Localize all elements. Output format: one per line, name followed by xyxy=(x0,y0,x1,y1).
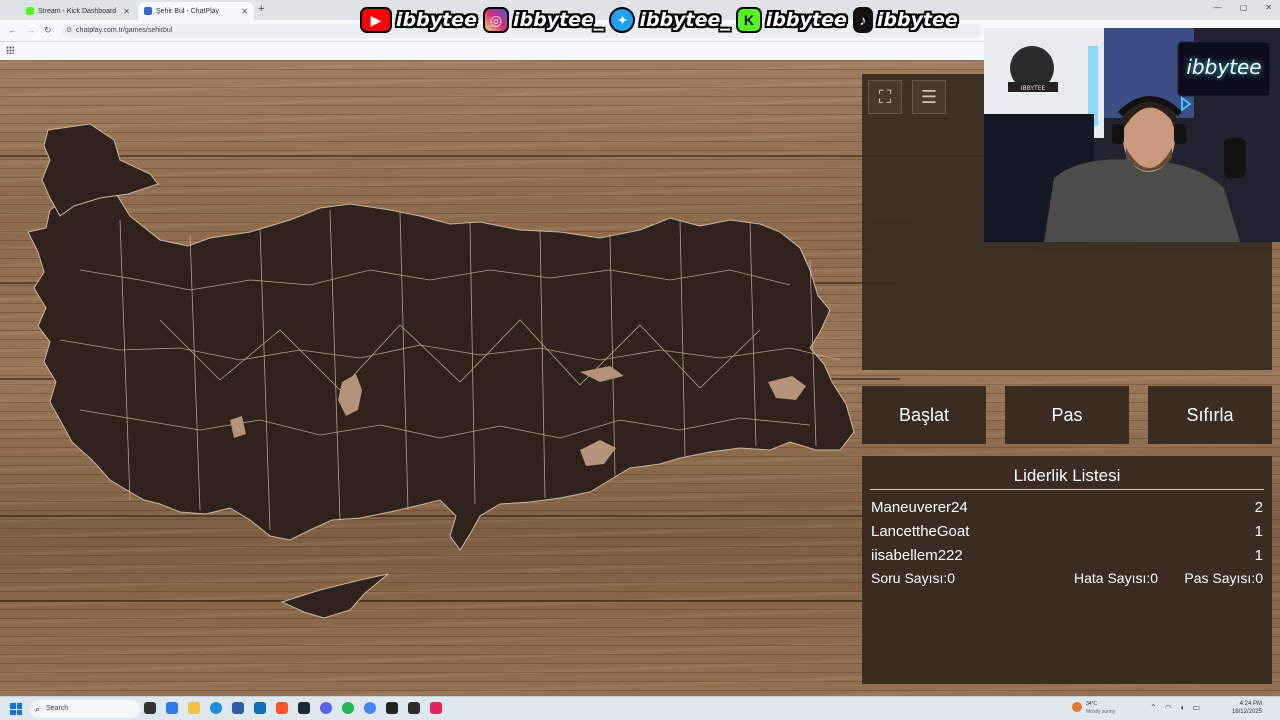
system-tray: ⌃ ◠ ◖ ▭ xyxy=(1150,703,1200,712)
youtube-icon: ▶ xyxy=(360,7,392,33)
neon-sign: ibbytee xyxy=(1186,55,1261,79)
turkey-province-map[interactable] xyxy=(20,120,870,640)
brave-icon[interactable] xyxy=(276,702,288,714)
webcam-feed: IBBYTEE ibbytee xyxy=(984,28,1280,242)
leaderboard-panel: Liderlik Listesi Maneuverer24 2 Lancetth… xyxy=(862,456,1272,684)
task-view-icon[interactable] xyxy=(144,702,156,714)
steam-icon[interactable] xyxy=(298,702,310,714)
tab-title: Stream - Kick Dashboard xyxy=(38,7,117,15)
search-icon: ⌕ xyxy=(35,704,41,714)
search-placeholder: Search xyxy=(46,705,69,712)
kick-handle: ibbytee xyxy=(765,9,847,31)
volume-icon[interactable]: ◖ xyxy=(1180,703,1185,712)
discord-icon[interactable] xyxy=(320,702,332,714)
divider xyxy=(870,489,1264,490)
forward-icon[interactable]: → xyxy=(26,25,35,35)
webcam-overlay: IBBYTEE ibbytee xyxy=(984,28,1280,242)
player-name: Maneuverer24 xyxy=(871,499,968,516)
close-icon[interactable]: ✕ xyxy=(123,7,130,16)
taskbar: ⌕ Search 34°C Mostly sunny ⌃ ◠ ◖ ▭ 4:24 … xyxy=(0,696,1280,720)
url-text: chatplay.com.tr/games/sehirbul xyxy=(76,27,173,34)
twitter-icon: ✦ xyxy=(609,7,636,33)
tiktok-handle: ibbytee xyxy=(876,9,958,31)
player-score: 2 xyxy=(1254,499,1263,516)
chevron-up-icon[interactable]: ⌃ xyxy=(1150,703,1157,712)
chatplay-icon xyxy=(144,7,152,15)
player-score: 1 xyxy=(1254,523,1263,540)
obs-icon[interactable] xyxy=(386,702,398,714)
kick-icon xyxy=(26,7,34,15)
reset-button[interactable]: Sıfırla xyxy=(1148,386,1272,444)
maximize-button[interactable]: ▢ xyxy=(1240,3,1248,12)
twitter-handle: ibbytee_ xyxy=(639,9,730,31)
question-count: Soru Sayısı:0 xyxy=(871,570,956,586)
leaderboard-row: LancettheGoat 1 xyxy=(871,523,1263,545)
tab-sehir-bul[interactable]: Şehir Bul - ChatPlay ✕ xyxy=(138,2,254,20)
new-tab-button[interactable]: + xyxy=(258,3,264,15)
site-info-icon[interactable]: ⚙ xyxy=(66,24,72,38)
instagram-icon: ◎ xyxy=(482,7,509,33)
mascot-label: IBBYTEE xyxy=(1021,85,1046,92)
chrome-icon[interactable] xyxy=(364,702,376,714)
leaderboard-row: Maneuverer24 2 xyxy=(871,499,1263,521)
pass-button[interactable]: Pas xyxy=(1005,386,1129,444)
clock-time: 4:24 PM xyxy=(1239,701,1262,707)
player-name: LancettheGoat xyxy=(871,523,970,540)
taskbar-search[interactable]: ⌕ Search xyxy=(30,700,140,718)
screen: Stream - Kick Dashboard ✕ Şehir Bul - Ch… xyxy=(0,0,1280,720)
apps-grid-icon[interactable] xyxy=(6,46,14,54)
tab-title: Şehir Bul - ChatPlay xyxy=(156,7,220,15)
sun-icon xyxy=(1072,702,1082,712)
tab-kick-dashboard[interactable]: Stream - Kick Dashboard ✕ xyxy=(20,2,136,20)
clock[interactable]: 4:24 PM 18/12/2025 xyxy=(1230,700,1262,716)
window-controls: — ▢ ✕ xyxy=(1214,3,1272,12)
back-icon[interactable]: ← xyxy=(8,25,17,35)
document-list-icon[interactable]: ☰ xyxy=(912,80,946,114)
leaderboard-row: iisabellem222 1 xyxy=(871,547,1263,569)
clock-date: 18/12/2025 xyxy=(1231,709,1262,715)
weather-desc: Mostly sunny xyxy=(1086,709,1116,715)
leaderboard-title: Liderlik Listesi xyxy=(1013,466,1121,485)
turkey-landmass[interactable] xyxy=(27,189,855,551)
close-window-button[interactable]: ✕ xyxy=(1265,3,1272,12)
tiktok-live-icon[interactable] xyxy=(430,702,442,714)
wifi-icon[interactable]: ◠ xyxy=(1165,703,1172,712)
tiktok-icon: ♪ xyxy=(852,7,873,33)
social-overlay: ▶ ibbytee ◎ ibbytee_ ✦ ibbytee_ K ibbyte… xyxy=(360,4,960,36)
windows-start-icon[interactable] xyxy=(10,703,22,715)
spotify-icon[interactable] xyxy=(342,702,354,714)
edge-icon[interactable] xyxy=(210,702,222,714)
file-explorer-icon[interactable] xyxy=(188,702,200,714)
instagram-handle: ibbytee_ xyxy=(512,9,604,31)
player-name: iisabellem222 xyxy=(871,547,963,564)
pass-count: Pas Sayısı:0 xyxy=(1184,570,1263,586)
copilot-icon[interactable] xyxy=(166,702,178,714)
reload-icon[interactable]: ↻ xyxy=(44,25,52,36)
kick-icon: K xyxy=(735,7,762,33)
terminal-icon[interactable] xyxy=(408,702,420,714)
battery-icon[interactable]: ▭ xyxy=(1193,703,1201,712)
start-button[interactable]: Başlat xyxy=(862,386,986,444)
player-score: 1 xyxy=(1254,547,1263,564)
error-count: Hata Sayısı:0 xyxy=(1074,570,1159,586)
cyprus-island[interactable] xyxy=(280,573,389,619)
outlook-icon[interactable] xyxy=(254,702,266,714)
weather-temp: 34°C xyxy=(1086,701,1098,707)
store-icon[interactable] xyxy=(232,702,244,714)
fullscreen-icon[interactable]: ⛶ xyxy=(868,80,902,114)
youtube-handle: ibbytee xyxy=(396,9,477,31)
close-icon[interactable]: ✕ xyxy=(241,7,248,16)
minimize-button[interactable]: — xyxy=(1214,3,1222,12)
